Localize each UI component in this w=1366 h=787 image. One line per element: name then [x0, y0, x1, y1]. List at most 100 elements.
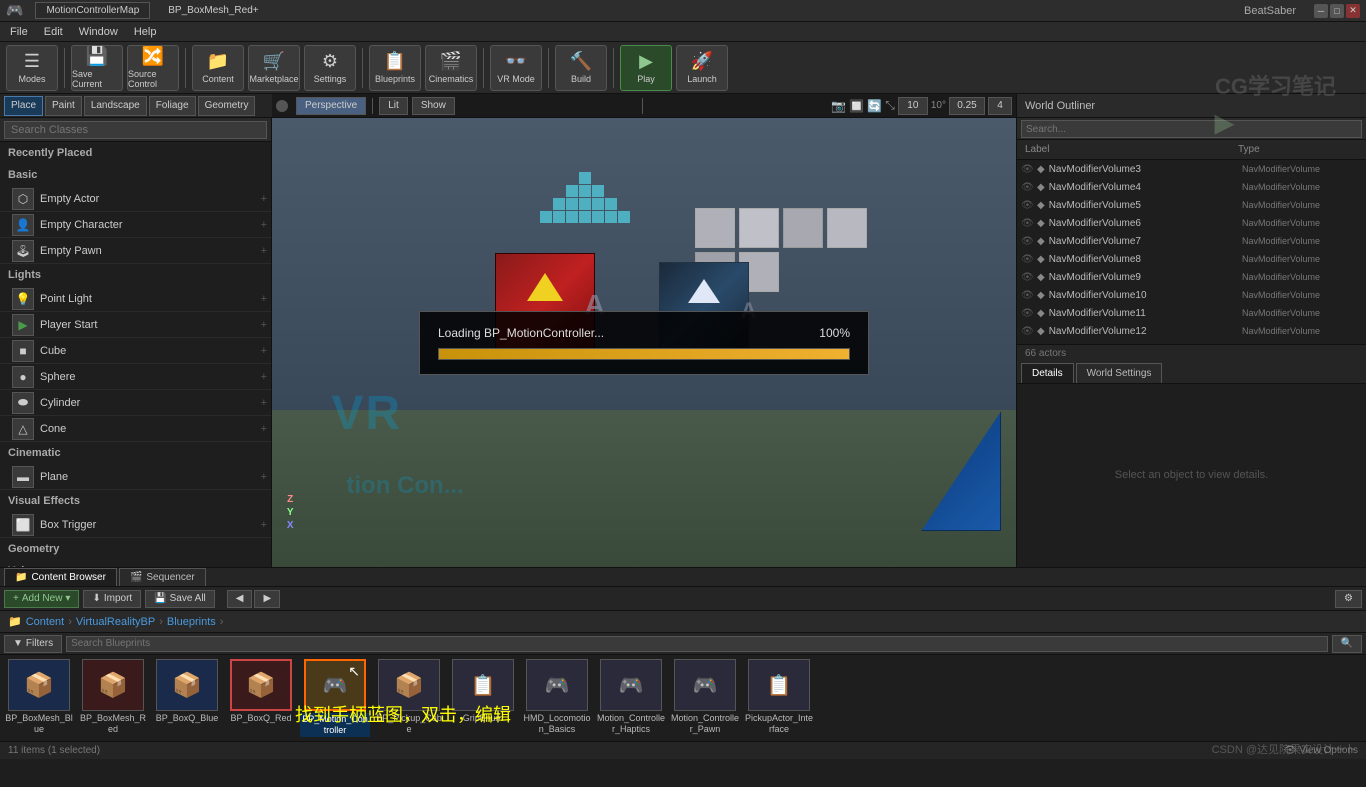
build-button[interactable]: 🔨 Build — [555, 45, 607, 91]
mode-paint[interactable]: Paint — [45, 96, 82, 116]
list-item[interactable]: 🕹 Empty Pawn + — [0, 238, 271, 264]
cb-item-motion-controller-pawn[interactable]: 🎮 Motion_Controller_Pawn — [670, 659, 740, 735]
cb-item-pickupactor-interface[interactable]: 📋 PickupActor_Interface — [744, 659, 814, 735]
menu-edit[interactable]: Edit — [38, 26, 69, 38]
filters-button[interactable]: ▼ Filters — [4, 635, 62, 653]
visibility-icon[interactable]: 👁 — [1021, 164, 1033, 175]
list-item[interactable]: ▬ Plane + — [0, 464, 271, 490]
list-item[interactable]: ⬜ Box Trigger + — [0, 512, 271, 538]
cb-item-bp-motion-controller[interactable]: 🎮 ↖ BP_Motion_Controller — [300, 659, 370, 737]
minimize-button[interactable]: ─ — [1314, 4, 1328, 18]
path-blueprints[interactable]: Blueprints — [167, 616, 216, 628]
visibility-icon[interactable]: 👁 — [1021, 290, 1033, 301]
outliner-item[interactable]: 👁 ◆ NavModifierVolume5 NavModifierVolume — [1017, 196, 1366, 214]
list-item[interactable]: ⬡ Empty Actor + — [0, 186, 271, 212]
snap-value-btn[interactable]: 10 — [898, 97, 928, 115]
cb-item-motion-controller-haptics[interactable]: 🎮 Motion_Controller_Haptics — [596, 659, 666, 735]
forward-button[interactable]: ▶ — [254, 590, 280, 608]
maximize-button[interactable]: □ — [1330, 4, 1344, 18]
cb-item-bp-pickup-cube[interactable]: 📦 BP_Pickup_Cube — [374, 659, 444, 735]
path-content[interactable]: Content — [26, 616, 65, 628]
visibility-icon[interactable]: 👁 — [1021, 236, 1033, 247]
tab-content-browser[interactable]: 📁 Content Browser — [4, 568, 117, 586]
menu-window[interactable]: Window — [73, 26, 124, 38]
import-button[interactable]: ⬇ Import — [83, 590, 141, 608]
outliner-item[interactable]: 👁 ◆ NavModifierVolume3 NavModifierVolume — [1017, 160, 1366, 178]
cb-item-gripenum[interactable]: 📋 GripEnum — [448, 659, 518, 724]
list-item[interactable]: 💡 Point Light + — [0, 286, 271, 312]
lit-button[interactable]: Lit — [379, 97, 408, 115]
category-basic[interactable]: Basic — [0, 164, 271, 186]
mode-landscape[interactable]: Landscape — [84, 96, 147, 116]
list-item[interactable]: 👤 Empty Character + — [0, 212, 271, 238]
visibility-icon[interactable]: 👁 — [1021, 254, 1033, 265]
outliner-item[interactable]: 👁 ◆ NavModifierVolume12 NavModifierVolum… — [1017, 322, 1366, 340]
outliner-item[interactable]: 👁 ◆ NavModifierVolume7 NavModifierVolume — [1017, 232, 1366, 250]
tab-motioncontrollermap[interactable]: MotionControllerMap — [35, 2, 150, 19]
vp-icon[interactable] — [276, 100, 288, 112]
blueprints-button[interactable]: 📋 Blueprints — [369, 45, 421, 91]
visibility-icon[interactable]: 👁 — [1021, 326, 1033, 337]
visibility-icon[interactable]: 👁 — [1021, 200, 1033, 211]
category-cinematic[interactable]: Cinematic — [0, 442, 271, 464]
cb-item-bp-boxmesh-red[interactable]: 📦 BP_BoxMesh_Red — [78, 659, 148, 735]
path-virtualrealitybp[interactable]: VirtualRealityBP — [76, 616, 155, 628]
mode-geometry[interactable]: Geometry — [198, 96, 256, 116]
list-item[interactable]: ▶ Player Start + — [0, 312, 271, 338]
back-button[interactable]: ◀ — [227, 590, 253, 608]
settings-button[interactable]: ⚙ Settings — [304, 45, 356, 91]
modes-toggle[interactable]: ☰ Modes — [6, 45, 58, 91]
menu-file[interactable]: File — [4, 26, 34, 38]
outliner-item[interactable]: 👁 ◆ NavModifierVolume9 NavModifierVolume — [1017, 268, 1366, 286]
tab-sequencer[interactable]: 🎬 Sequencer — [119, 568, 206, 586]
menu-help[interactable]: Help — [128, 26, 163, 38]
tab-world-settings[interactable]: World Settings — [1076, 363, 1163, 383]
content-browser-search-input[interactable] — [66, 636, 1327, 652]
cinematics-button[interactable]: 🎬 Cinematics — [425, 45, 477, 91]
tab-bp-boxmesh[interactable]: BP_BoxMesh_Red+ — [158, 3, 268, 18]
content-button[interactable]: 📁 Content — [192, 45, 244, 91]
scale-value-btn[interactable]: 0.25 — [949, 97, 985, 115]
search-classes-input[interactable] — [4, 121, 267, 139]
cb-item-bp-boxq-red[interactable]: 📦 BP_BoxQ_Red — [226, 659, 296, 724]
list-item[interactable]: △ Cone + — [0, 416, 271, 442]
add-new-button[interactable]: + Add New ▾ — [4, 590, 79, 608]
category-visual-effects[interactable]: Visual Effects — [0, 490, 271, 512]
list-item[interactable]: ● Sphere + — [0, 364, 271, 390]
category-recently-placed[interactable]: Recently Placed — [0, 142, 271, 164]
mode-place[interactable]: Place — [4, 96, 43, 116]
visibility-icon[interactable]: 👁 — [1021, 272, 1033, 283]
visibility-icon[interactable]: 👁 — [1021, 182, 1033, 193]
list-item[interactable]: ⬬ Cylinder + — [0, 390, 271, 416]
save-current-button[interactable]: 💾 Save Current — [71, 45, 123, 91]
vr-mode-button[interactable]: 👓 VR Mode — [490, 45, 542, 91]
close-button[interactable]: ✕ — [1346, 4, 1360, 18]
source-control-button[interactable]: 🔀 Source Control — [127, 45, 179, 91]
3d-viewport[interactable]: Perspective Lit Show 📷 🔲 🔄 ⤡ 10 10° 0.25… — [272, 94, 1016, 567]
cb-item-bp-boxmesh-blue[interactable]: 📦 BP_BoxMesh_Blue — [4, 659, 74, 735]
save-all-button[interactable]: 💾 Save All — [145, 590, 215, 608]
outliner-item[interactable]: 👁 ◆ NavModifierVolume4 NavModifierVolume — [1017, 178, 1366, 196]
outliner-item[interactable]: 👁 ◆ NavModifierVolume8 NavModifierVolume — [1017, 250, 1366, 268]
view-options-button[interactable]: 👁 View Options — [1284, 745, 1358, 756]
cb-options-button[interactable]: ⚙ — [1335, 590, 1362, 608]
category-volumes[interactable]: Volumes — [0, 560, 271, 567]
search-button[interactable]: 🔍 — [1332, 635, 1362, 653]
outliner-item[interactable]: 👁 ◆ NavModifierVolume10 NavModifierVolum… — [1017, 286, 1366, 304]
cb-item-hmd-locomotion[interactable]: 🎮 HMD_Locomotion_Basics — [522, 659, 592, 735]
visibility-icon[interactable]: 👁 — [1021, 308, 1033, 319]
category-lights[interactable]: Lights — [0, 264, 271, 286]
show-button[interactable]: Show — [412, 97, 455, 115]
launch-button[interactable]: 🚀 Launch — [676, 45, 728, 91]
outliner-item[interactable]: 👁 ◆ NavModifierVolume11 NavModifierVolum… — [1017, 304, 1366, 322]
list-item[interactable]: ■ Cube + — [0, 338, 271, 364]
outliner-search-input[interactable] — [1021, 120, 1362, 138]
outliner-item[interactable]: 👁 ◆ NavModifierVolume6 NavModifierVolume — [1017, 214, 1366, 232]
cb-item-bp-boxq-blue[interactable]: 📦 BP_BoxQ_Blue — [152, 659, 222, 724]
category-geometry[interactable]: Geometry — [0, 538, 271, 560]
tab-details[interactable]: Details — [1021, 363, 1074, 383]
marketplace-button[interactable]: 🛒 Marketplace — [248, 45, 300, 91]
grid-value-btn[interactable]: 4 — [988, 97, 1012, 115]
mode-foliage[interactable]: Foliage — [149, 96, 196, 116]
perspective-button[interactable]: Perspective — [296, 97, 366, 115]
